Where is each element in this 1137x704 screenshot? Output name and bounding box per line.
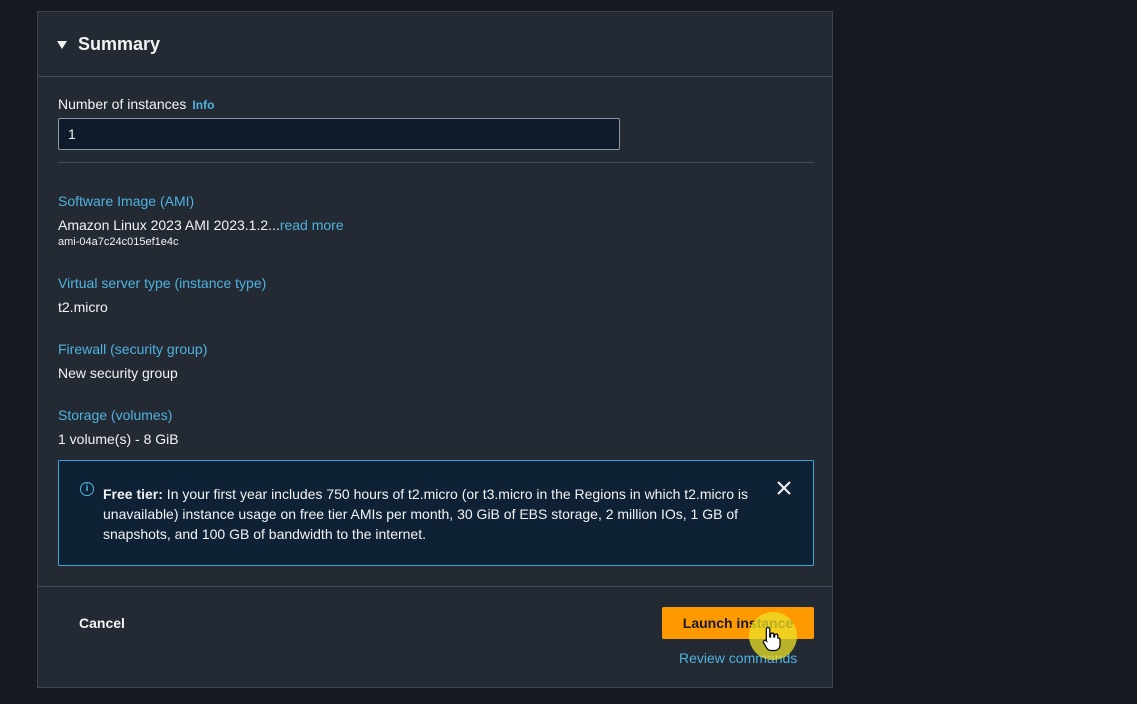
hand-pointer-icon	[762, 626, 781, 652]
ami-value-row: Amazon Linux 2023 AMI 2023.1.2...read mo…	[58, 217, 344, 233]
instances-input[interactable]	[58, 118, 620, 150]
storage-section: Storage (volumes) 1 volume(s) - 8 GiB	[58, 407, 179, 447]
ami-section: Software Image (AMI) Amazon Linux 2023 A…	[58, 193, 344, 248]
summary-header[interactable]: Summary	[38, 12, 832, 77]
instance-type-section: Virtual server type (instance type) t2.m…	[58, 275, 266, 315]
instance-type-value: t2.micro	[58, 299, 108, 315]
free-tier-description: In your first year includes 750 hours of…	[103, 486, 749, 542]
instance-type-title[interactable]: Virtual server type (instance type)	[58, 275, 266, 291]
summary-panel: Summary Number of instances Info Software…	[37, 11, 833, 688]
free-tier-label: Free tier:	[103, 486, 163, 502]
summary-footer: Cancel Launch instance Review commands	[38, 586, 832, 688]
info-link[interactable]: Info	[192, 98, 214, 112]
ami-title[interactable]: Software Image (AMI)	[58, 193, 344, 209]
caret-down-icon[interactable]	[57, 41, 67, 49]
info-circle-icon: i	[80, 482, 94, 496]
instances-label-row: Number of instances Info	[58, 96, 214, 112]
divider	[58, 162, 814, 163]
panel-title: Summary	[78, 33, 161, 54]
storage-title[interactable]: Storage (volumes)	[58, 407, 179, 423]
free-tier-text: Free tier: In your first year includes 7…	[103, 484, 763, 544]
ami-id: ami-04a7c24c015ef1e4c	[58, 236, 179, 248]
firewall-title[interactable]: Firewall (security group)	[58, 341, 207, 357]
read-more-link[interactable]: read more	[280, 217, 344, 233]
cancel-button[interactable]: Cancel	[79, 615, 125, 631]
storage-value: 1 volume(s) - 8 GiB	[58, 431, 179, 447]
instances-label: Number of instances	[58, 96, 187, 112]
firewall-section: Firewall (security group) New security g…	[58, 341, 207, 381]
free-tier-alert: i Free tier: In your first year includes…	[58, 460, 814, 566]
ami-value: Amazon Linux 2023 AMI 2023.1.2...	[58, 217, 280, 233]
firewall-value: New security group	[58, 365, 178, 381]
close-icon[interactable]	[775, 479, 793, 497]
